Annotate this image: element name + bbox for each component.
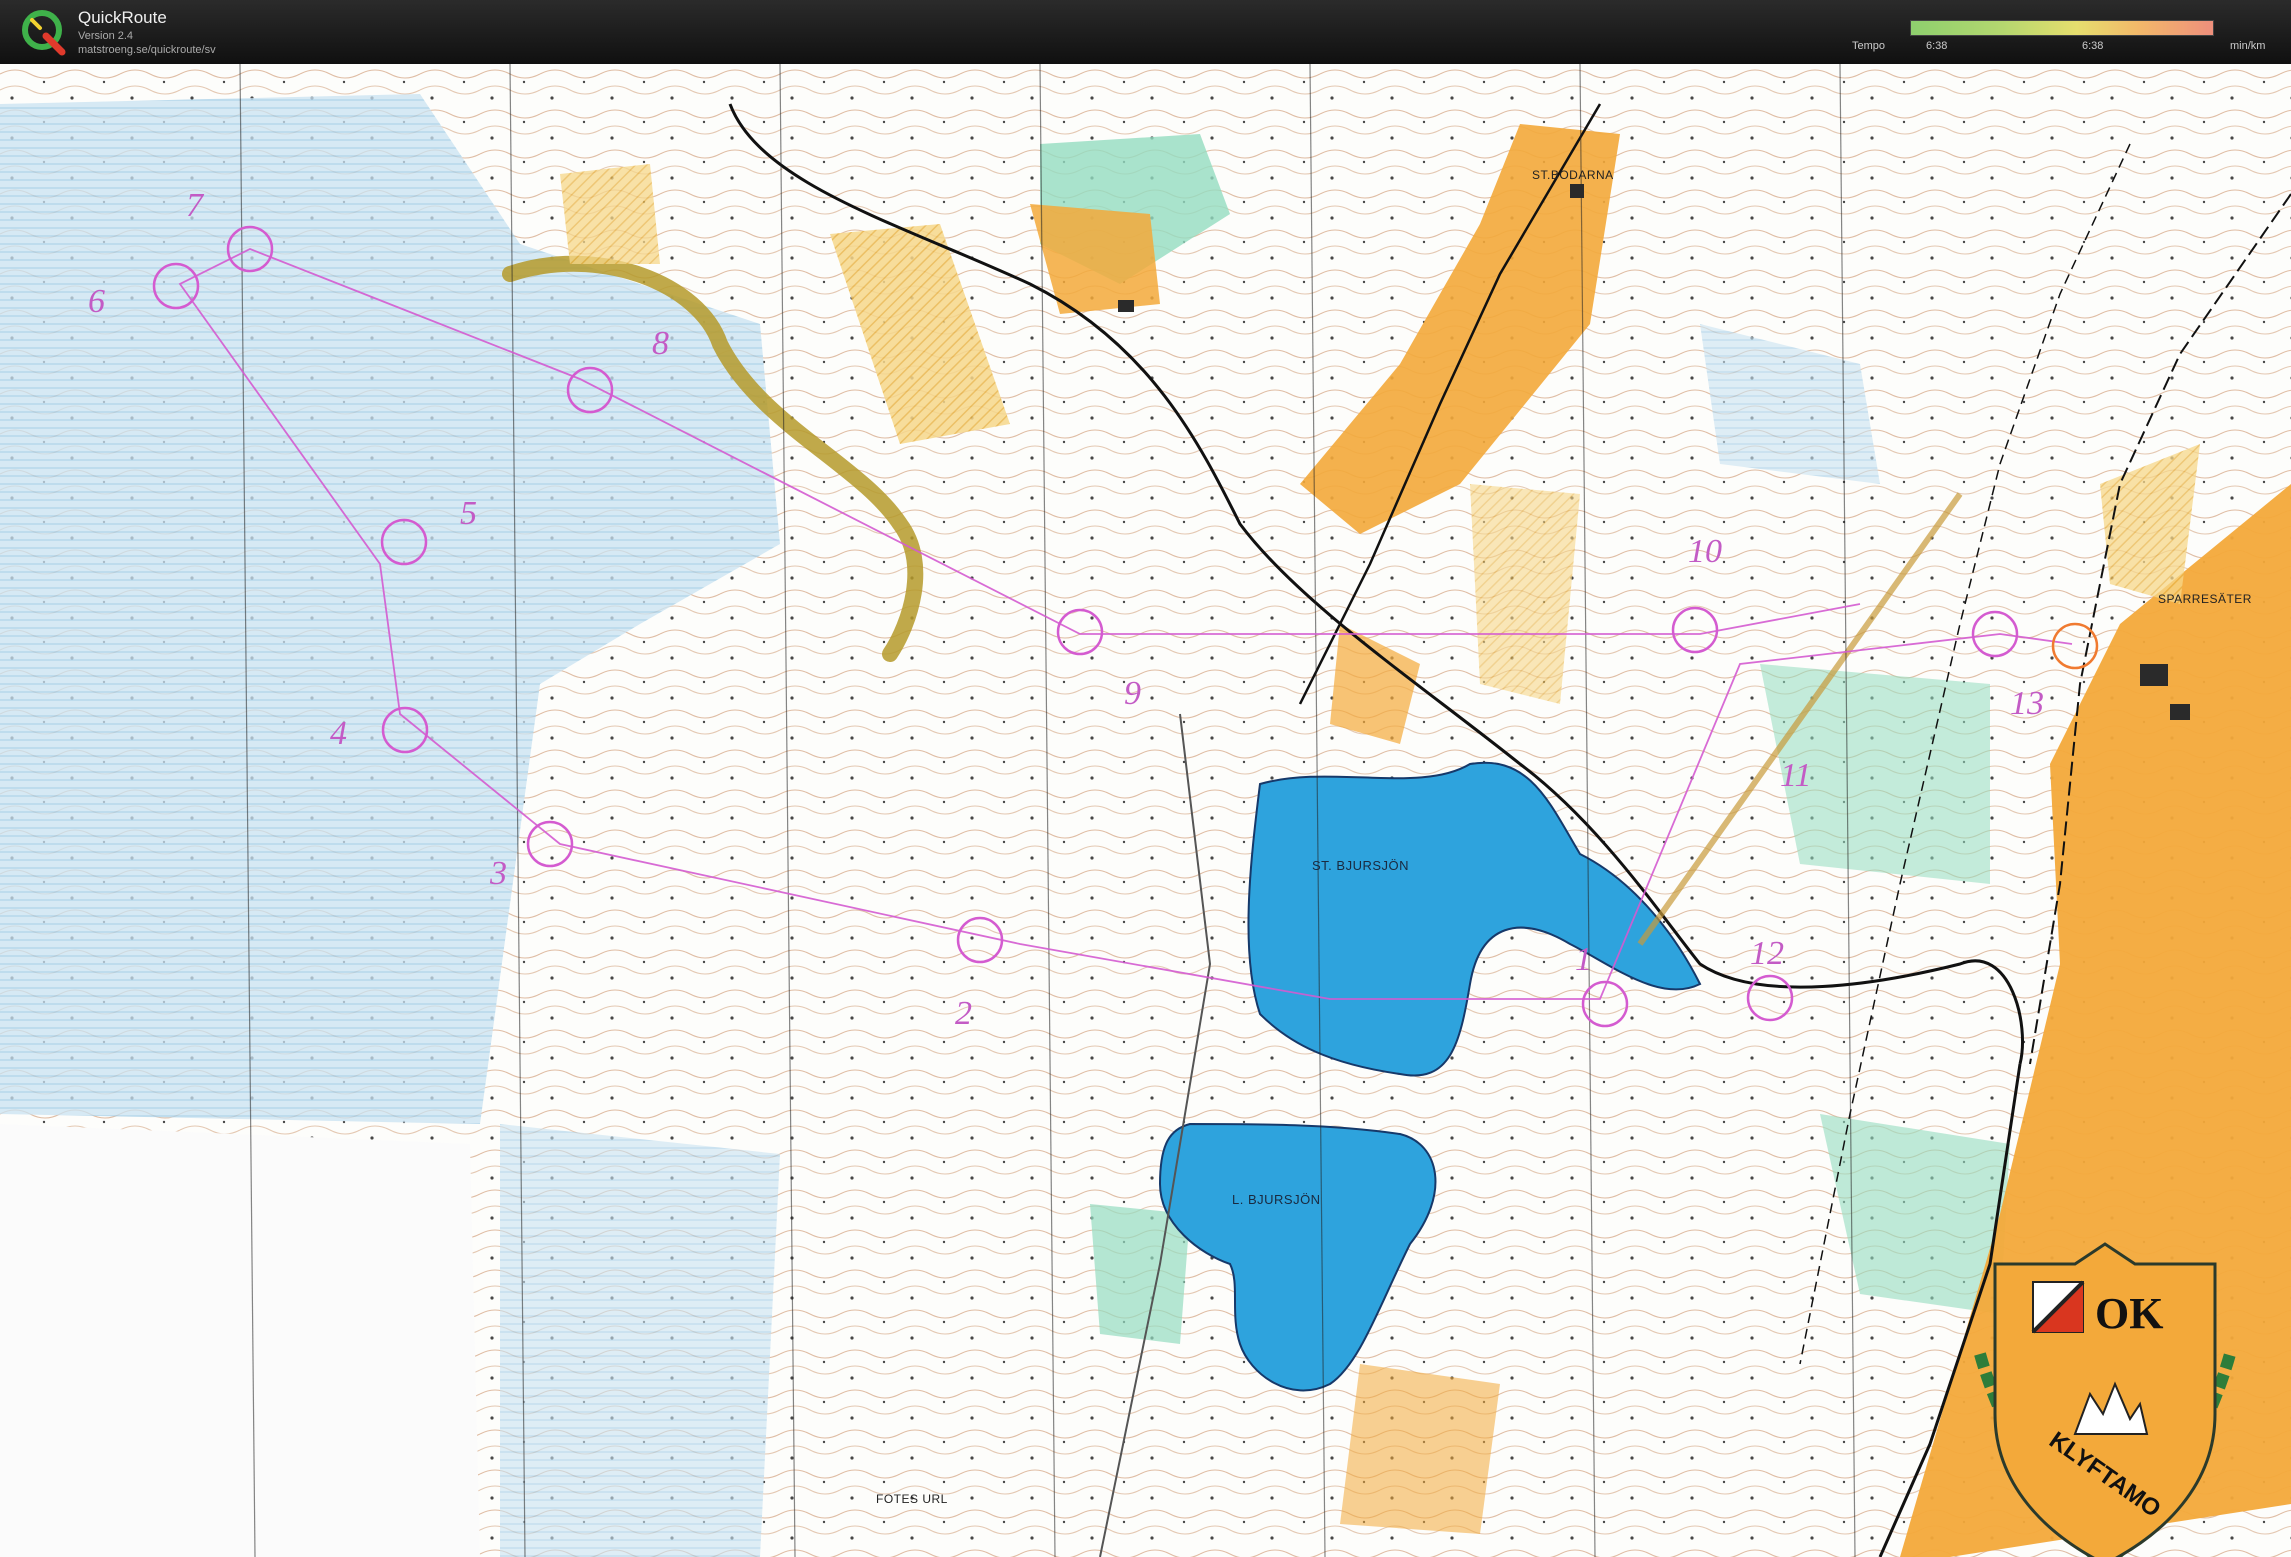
tempo-min-value: 6:38 xyxy=(1926,40,1948,52)
app-version: Version 2.4 xyxy=(78,30,134,42)
svg-text:3: 3 xyxy=(489,855,507,892)
tempo-color-scale xyxy=(1910,20,2214,36)
lake-label-st-bjursjon: ST. BJURSJÖN xyxy=(1312,858,1410,873)
svg-text:10: 10 xyxy=(1688,533,1722,570)
svg-text:OK: OK xyxy=(2095,1289,2163,1338)
svg-text:9: 9 xyxy=(1124,675,1141,712)
place-label-fotes-url: FOTES URL xyxy=(876,1492,948,1506)
app-url-link[interactable]: matstroeng.se/quickroute/sv xyxy=(78,44,216,56)
svg-text:1: 1 xyxy=(1575,941,1592,978)
svg-text:7: 7 xyxy=(186,187,205,224)
lake-label-l-bjursjon: L. BJURSJÖN xyxy=(1232,1192,1321,1207)
svg-text:6: 6 xyxy=(88,283,105,320)
svg-text:8: 8 xyxy=(652,325,669,362)
quickroute-logo-icon xyxy=(20,6,72,58)
tempo-label: Tempo xyxy=(1852,40,1886,52)
svg-text:2: 2 xyxy=(955,995,972,1032)
tempo-max-value: 6:38 xyxy=(2082,40,2104,52)
app-header: QuickRoute Version 2.4 matstroeng.se/qui… xyxy=(0,0,2291,64)
svg-text:5: 5 xyxy=(460,495,477,532)
place-label-sparresater: SPARRESÄTER xyxy=(2158,592,2252,606)
app-title: QuickRoute xyxy=(78,8,167,27)
orienteering-map[interactable]: 1 2 3 4 5 6 7 8 9 10 11 12 13 OK KLYFTAM… xyxy=(0,64,2291,1557)
place-label-st-bodarna: ST.BODARNA xyxy=(1532,168,1614,182)
map-graphics: 1 2 3 4 5 6 7 8 9 10 11 12 13 OK KLYFTAM… xyxy=(0,64,2291,1557)
svg-text:11: 11 xyxy=(1780,757,1811,794)
tempo-unit: min/km xyxy=(2230,40,2266,52)
svg-text:13: 13 xyxy=(2010,685,2044,722)
svg-text:4: 4 xyxy=(330,715,347,752)
svg-text:12: 12 xyxy=(1750,935,1784,972)
